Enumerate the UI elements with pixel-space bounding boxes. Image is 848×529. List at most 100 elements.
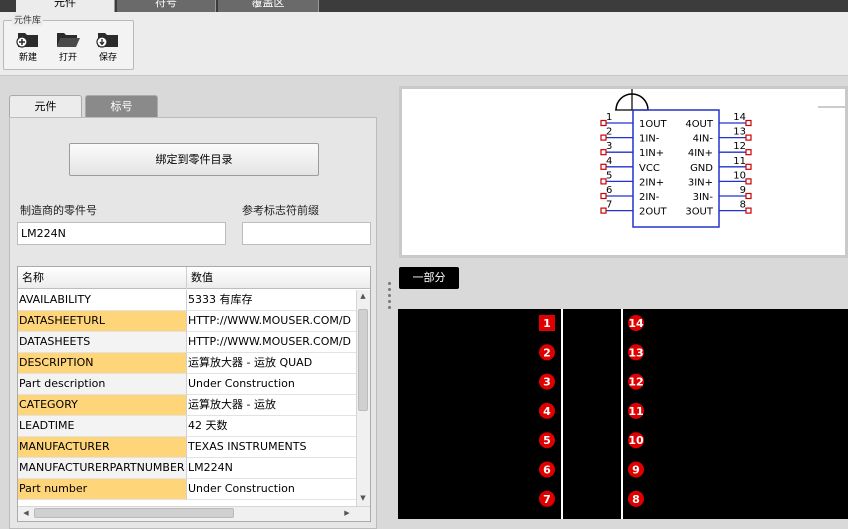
pin-number: 9: [740, 185, 746, 196]
scroll-up-arrow-icon[interactable]: ▲: [356, 292, 370, 300]
tab-symbol[interactable]: 符号: [117, 0, 216, 12]
open-button[interactable]: 打开: [53, 30, 83, 66]
pin-number: 8: [740, 200, 746, 211]
table-row[interactable]: Part number Under Construction: [18, 479, 356, 500]
splitter-grip-dot: [388, 288, 391, 291]
table-row[interactable]: CATEGORY 运算放大器 - 运放: [18, 395, 356, 416]
scroll-right-arrow-icon[interactable]: ▶: [340, 509, 354, 517]
pad-number: 4: [543, 405, 551, 418]
pin-name: 1IN+: [639, 148, 664, 159]
pad-number: 7: [543, 493, 551, 506]
table-row[interactable]: MANUFACTURER TEXAS INSTRUMENTS: [18, 437, 356, 458]
column-header-value[interactable]: 数值: [187, 267, 370, 289]
property-name-cell[interactable]: MANUFACTURERPARTNUMBER: [18, 458, 187, 479]
property-value-cell[interactable]: 运算放大器 - 运放 QUAD: [187, 353, 356, 374]
pin-number: 10: [733, 170, 746, 181]
bind-to-catalog-button[interactable]: 绑定到零件目录: [69, 143, 319, 176]
scroll-down-arrow-icon[interactable]: ▼: [356, 494, 370, 502]
property-name-cell[interactable]: DATASHEETURL: [18, 311, 187, 332]
pad-number: 10: [628, 434, 644, 447]
property-name-cell[interactable]: CATEGORY: [18, 395, 187, 416]
property-value-cell[interactable]: Under Construction: [187, 479, 356, 500]
panel-splitter[interactable]: [383, 77, 396, 529]
pad-number: 6: [543, 464, 551, 477]
property-name-cell[interactable]: AVAILABILITY: [18, 290, 187, 311]
table-row[interactable]: DESCRIPTION 运算放大器 - 运放 QUAD: [18, 353, 356, 374]
vertical-scroll-thumb[interactable]: [358, 309, 368, 411]
property-value-cell[interactable]: HTTP://WWW.MOUSER.COM/D: [187, 332, 356, 353]
pin-name: 4IN-: [693, 134, 714, 145]
column-header-name[interactable]: 名称: [18, 267, 187, 289]
tab-component-properties[interactable]: 元件: [9, 95, 82, 117]
property-name-cell[interactable]: DESCRIPTION: [18, 353, 187, 374]
table-row[interactable]: LEADTIME 42 天数: [18, 416, 356, 437]
table-row[interactable]: MANUFACTURERPARTNUMBER LM224N: [18, 458, 356, 479]
property-name-cell[interactable]: Part number: [18, 479, 187, 500]
table-row[interactable]: Part description Under Construction: [18, 374, 356, 395]
property-value-cell[interactable]: Under Construction: [187, 374, 356, 395]
scroll-left-arrow-icon[interactable]: ◀: [19, 509, 33, 517]
pin-number: 6: [606, 185, 612, 196]
pad-number: 3: [543, 376, 551, 389]
folder-open-icon: [57, 33, 80, 47]
library-group-label: 元件库: [12, 13, 44, 26]
property-value-cell[interactable]: LM224N: [187, 458, 356, 479]
pin-number: 5: [606, 170, 612, 181]
pin-number: 4: [606, 156, 612, 167]
property-value-cell[interactable]: 42 天数: [187, 416, 356, 437]
pad-number: 12: [628, 376, 643, 389]
folder-new-icon: [16, 33, 38, 48]
pin-name: 4IN+: [688, 148, 713, 159]
pin-end-marker: [745, 207, 752, 214]
save-button[interactable]: 保存: [93, 30, 123, 66]
new-button[interactable]: 新建: [13, 30, 43, 66]
pin-end-marker: [745, 119, 752, 127]
pin-number: 11: [733, 156, 746, 167]
pin-number: 2: [606, 127, 612, 138]
pin-name: VCC: [639, 163, 660, 174]
table-row[interactable]: AVAILABILITY 5333 有库存: [18, 290, 356, 311]
pin-name: 3IN+: [688, 177, 713, 188]
horizontal-scroll-thumb[interactable]: [34, 508, 234, 518]
pin-end-marker: [745, 149, 752, 156]
property-value-cell[interactable]: 5333 有库存: [187, 290, 356, 311]
section-tab[interactable]: 一部分: [399, 267, 459, 289]
tab-footprint[interactable]: 覆盖区: [218, 0, 319, 12]
splitter-grip-dot: [388, 300, 391, 303]
pin-name: 1IN-: [639, 134, 660, 145]
pin-name: 3OUT: [685, 207, 714, 218]
table-row[interactable]: DATASHEETS HTTP://WWW.MOUSER.COM/D: [18, 332, 356, 353]
pin-number: 7: [606, 200, 612, 211]
splitter-grip-dot: [388, 294, 391, 297]
property-name-cell[interactable]: Part description: [18, 374, 187, 395]
property-value-cell[interactable]: 运算放大器 - 运放: [187, 395, 356, 416]
pin-name: 2OUT: [639, 207, 668, 218]
pin-end-marker: [745, 134, 752, 141]
pin-number: 12: [733, 141, 746, 152]
property-value-cell[interactable]: HTTP://WWW.MOUSER.COM/D: [187, 311, 356, 332]
splitter-grip-dot: [388, 282, 391, 285]
pin-number: 3: [606, 141, 612, 152]
folder-save-icon: [96, 33, 118, 48]
tab-component[interactable]: 元件: [16, 0, 115, 12]
pin-end-marker: [745, 178, 752, 185]
splitter-grip-dot: [388, 306, 391, 309]
property-name-cell[interactable]: DATASHEETS: [18, 332, 187, 353]
save-button-label: 保存: [98, 53, 117, 63]
table-row[interactable]: DATASHEETURL HTTP://WWW.MOUSER.COM/D: [18, 311, 356, 332]
tab-label[interactable]: 标号: [85, 95, 158, 117]
property-name-cell[interactable]: LEADTIME: [18, 416, 187, 437]
open-button-label: 打开: [58, 53, 77, 63]
symbol-preview: 1 1OUT 2 1IN- 3 1IN+ 4 VCC 5 2IN+ 6 2IN- 7 2OUT 14 4OUT…: [399, 86, 848, 258]
ref-prefix-input[interactable]: [242, 222, 371, 245]
pad-number: 8: [632, 493, 640, 506]
properties-table: 名称 数值 AVAILABILITY 5333 有库存 DATASHEETURL HT…: [17, 266, 371, 522]
property-name-cell[interactable]: MANUFACTURER: [18, 437, 187, 458]
pad-number: 14: [628, 317, 644, 330]
symbol-canvas: 1 1OUT 2 1IN- 3 1IN+ 4 VCC 5 2IN+ 6 2IN- 7 2OUT 14 4OUT…: [600, 89, 845, 228]
mfr-part-input[interactable]: LM224N: [17, 222, 226, 245]
property-value-cell[interactable]: TEXAS INSTRUMENTS: [187, 437, 356, 458]
ref-prefix-label: 参考标志符前缀: [242, 204, 319, 217]
footprint-preview: 1 2 3 4 5 6 7 14 13 12 11 10 9 8: [398, 309, 848, 519]
footprint-canvas: 1234567141312111098: [539, 309, 644, 519]
